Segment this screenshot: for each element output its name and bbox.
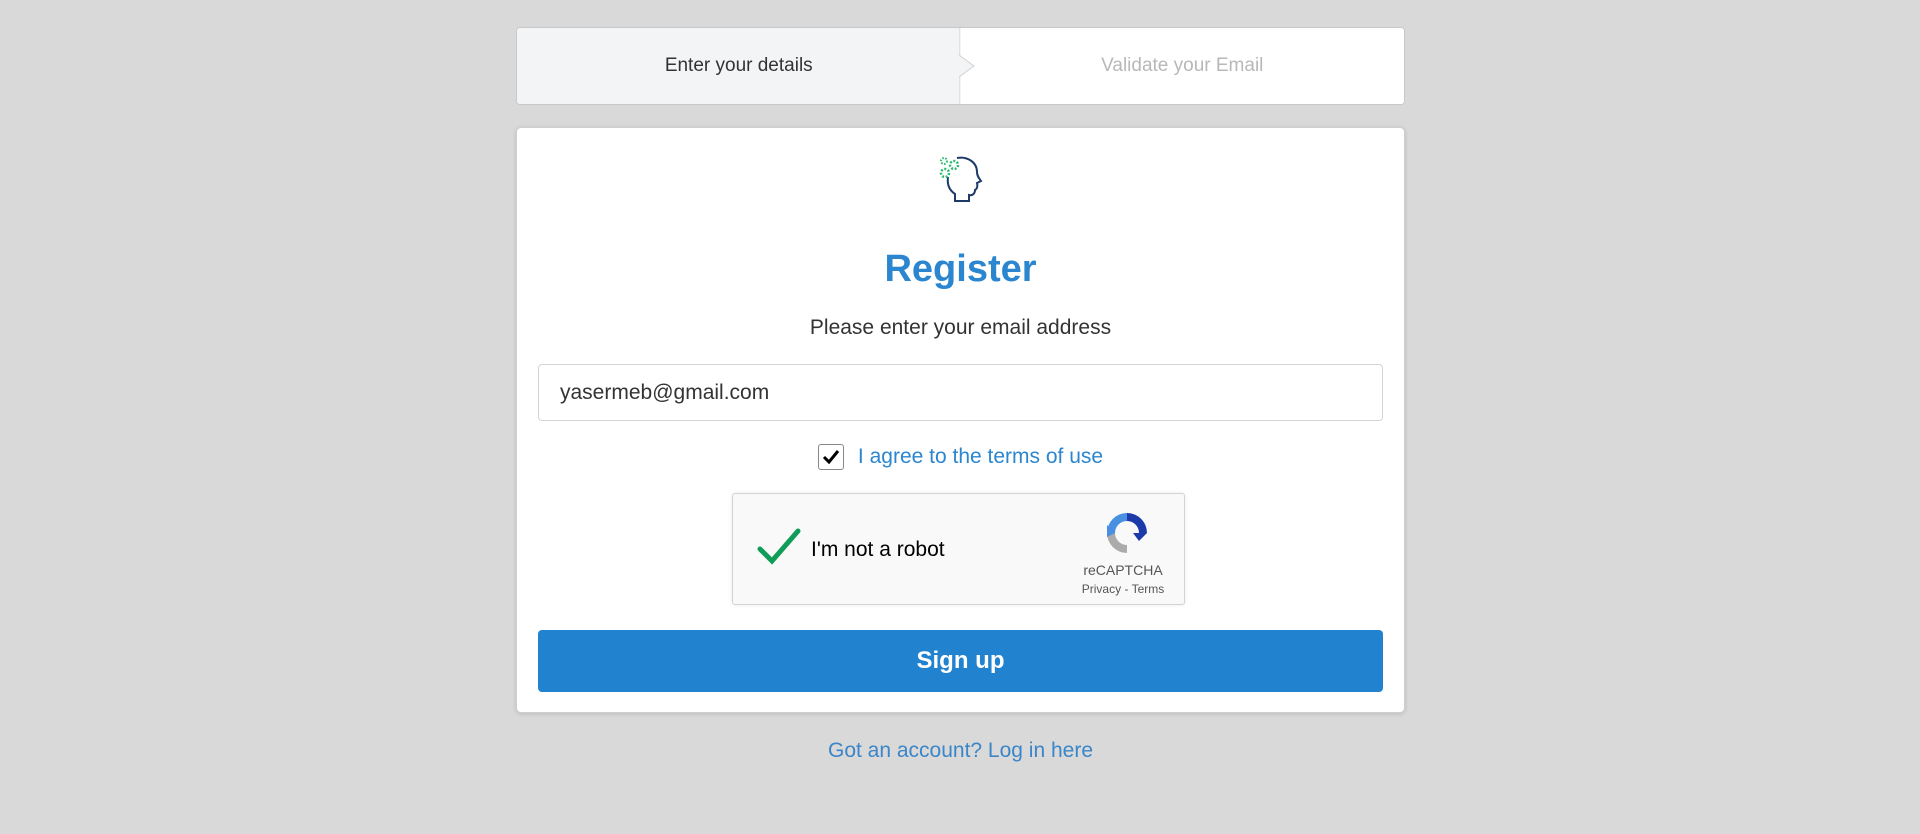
step-label: Enter your details <box>664 55 813 76</box>
page-title: Register <box>884 248 1037 290</box>
step-label: Validate your Email <box>1101 55 1264 76</box>
terms-checkbox[interactable] <box>817 444 844 470</box>
email-field[interactable] <box>538 364 1383 421</box>
terms-link[interactable]: I agree to the terms of use <box>858 445 1103 469</box>
register-card: Register Please enter your email address… <box>516 127 1405 713</box>
recaptcha-logo-icon <box>1103 509 1151 557</box>
step-enter-details: Enter your details <box>517 28 961 104</box>
progress-steps: Enter your details Validate your Email <box>516 27 1405 105</box>
recaptcha-brand: reCAPTCHA <box>1083 562 1163 578</box>
captcha-label: I'm not a robot <box>811 538 945 561</box>
terms-agreement: I agree to the terms of use <box>517 444 1404 470</box>
register-page: Enter your details Validate your Email R… <box>516 27 1405 763</box>
privacy-link[interactable]: Privacy <box>1082 582 1121 596</box>
link-separator: - <box>1124 582 1129 596</box>
captcha-checkbox[interactable] <box>757 527 801 567</box>
checkmark-icon <box>822 450 840 465</box>
recaptcha-links: Privacy - Terms <box>1063 582 1183 596</box>
step-validate-email: Validate your Email <box>960 28 1404 104</box>
login-link[interactable]: Got an account? Log in here <box>516 739 1405 763</box>
green-checkmark-icon <box>757 528 801 565</box>
signup-button[interactable]: Sign up <box>538 630 1383 692</box>
page-subtitle: Please enter your email address <box>809 316 1112 339</box>
recaptcha-widget: I'm not a robot reCAPTCHA Privacy - Term… <box>732 493 1185 605</box>
terms-link-captcha[interactable]: Terms <box>1132 582 1165 596</box>
head-with-gears-icon <box>935 152 985 202</box>
